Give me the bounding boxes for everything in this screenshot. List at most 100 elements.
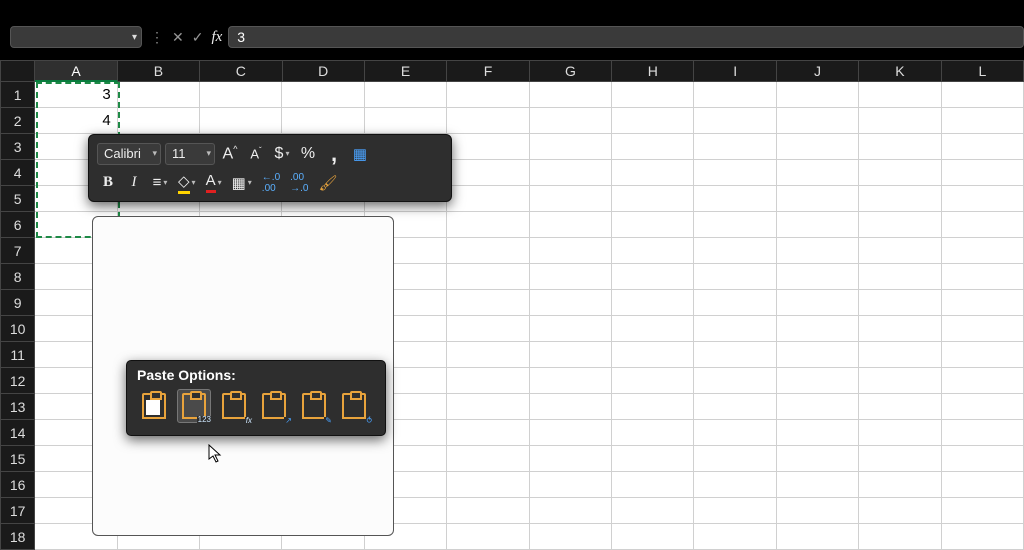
shrink-font-button[interactable]: Aˇ (245, 142, 267, 166)
cell[interactable] (694, 212, 776, 238)
cell[interactable] (447, 342, 529, 368)
cell[interactable] (447, 82, 529, 108)
font-name-select[interactable]: Calibri ▾ (97, 143, 161, 165)
row-header[interactable]: 8 (0, 264, 35, 290)
cell-A1[interactable]: 3 (35, 82, 117, 108)
paste-formulas-button[interactable]: fx (217, 389, 251, 423)
comma-style-button[interactable]: , (323, 142, 345, 166)
cell[interactable] (118, 108, 200, 134)
cell[interactable] (694, 342, 776, 368)
cell[interactable] (942, 420, 1024, 446)
cell[interactable] (942, 160, 1024, 186)
cell[interactable] (447, 472, 529, 498)
cell[interactable] (612, 316, 694, 342)
row-header[interactable]: 12 (0, 368, 35, 394)
cell[interactable] (612, 134, 694, 160)
cell[interactable] (447, 316, 529, 342)
cell[interactable] (447, 446, 529, 472)
row-header[interactable]: 2 (0, 108, 35, 134)
cell[interactable] (530, 212, 612, 238)
cell[interactable] (694, 264, 776, 290)
cell[interactable] (777, 472, 859, 498)
paste-values-button[interactable]: 123 (177, 389, 211, 423)
row-header[interactable]: 15 (0, 446, 35, 472)
col-header-I[interactable]: I (694, 60, 776, 82)
cell[interactable] (530, 472, 612, 498)
cell[interactable] (859, 134, 941, 160)
row-header[interactable]: 13 (0, 394, 35, 420)
cell[interactable] (859, 212, 941, 238)
percent-button[interactable]: % (297, 142, 319, 166)
row-header[interactable]: 17 (0, 498, 35, 524)
cell[interactable] (942, 134, 1024, 160)
cell[interactable] (530, 82, 612, 108)
cell[interactable] (447, 134, 529, 160)
row-header[interactable]: 18 (0, 524, 35, 550)
col-header-E[interactable]: E (365, 60, 447, 82)
cell[interactable] (612, 446, 694, 472)
cell[interactable] (282, 82, 364, 108)
currency-button[interactable]: $▾ (271, 142, 293, 166)
cell[interactable] (777, 134, 859, 160)
col-header-A[interactable]: A (35, 60, 117, 82)
cell[interactable] (612, 342, 694, 368)
font-color-button[interactable]: A▾ (203, 171, 225, 195)
cell[interactable] (694, 160, 776, 186)
cell[interactable] (942, 394, 1024, 420)
col-header-C[interactable]: C (200, 60, 282, 82)
cell[interactable] (942, 264, 1024, 290)
cell[interactable] (530, 290, 612, 316)
cell[interactable] (777, 368, 859, 394)
cell[interactable] (612, 472, 694, 498)
cell[interactable] (859, 498, 941, 524)
cell[interactable] (942, 342, 1024, 368)
cell[interactable] (859, 342, 941, 368)
cell[interactable] (530, 134, 612, 160)
cell[interactable] (530, 446, 612, 472)
row-header[interactable]: 4 (0, 160, 35, 186)
cell[interactable] (612, 420, 694, 446)
cell[interactable] (118, 82, 200, 108)
italic-button[interactable]: I (123, 171, 145, 195)
cell[interactable] (859, 446, 941, 472)
cell[interactable] (365, 108, 447, 134)
row-header[interactable]: 3 (0, 134, 35, 160)
cell[interactable] (447, 290, 529, 316)
cell[interactable] (530, 394, 612, 420)
cell[interactable] (530, 420, 612, 446)
cell[interactable] (694, 394, 776, 420)
cell[interactable] (777, 186, 859, 212)
cell[interactable] (447, 160, 529, 186)
cell[interactable] (530, 524, 612, 550)
name-box[interactable]: ▾ (10, 26, 142, 48)
cell[interactable] (530, 342, 612, 368)
cell[interactable] (612, 368, 694, 394)
cell[interactable] (942, 82, 1024, 108)
col-header-J[interactable]: J (777, 60, 859, 82)
cell[interactable] (859, 264, 941, 290)
col-header-L[interactable]: L (942, 60, 1024, 82)
cell[interactable] (612, 160, 694, 186)
cell[interactable] (777, 264, 859, 290)
cell[interactable] (447, 238, 529, 264)
cell[interactable] (777, 160, 859, 186)
cell[interactable] (530, 108, 612, 134)
cell[interactable] (365, 82, 447, 108)
cell[interactable] (612, 186, 694, 212)
cell[interactable] (777, 82, 859, 108)
col-header-D[interactable]: D (283, 60, 365, 82)
cell[interactable] (612, 212, 694, 238)
col-header-K[interactable]: K (859, 60, 941, 82)
cell[interactable] (530, 316, 612, 342)
cell[interactable] (612, 498, 694, 524)
cell[interactable] (612, 524, 694, 550)
font-size-select[interactable]: 11 ▾ (165, 143, 215, 165)
cell[interactable] (447, 420, 529, 446)
cell[interactable] (447, 186, 529, 212)
format-painter-button[interactable]: 🖌 (315, 171, 340, 195)
cell[interactable] (777, 524, 859, 550)
cell[interactable] (530, 498, 612, 524)
cell[interactable] (612, 264, 694, 290)
paste-button[interactable] (137, 389, 171, 423)
cell[interactable] (777, 316, 859, 342)
